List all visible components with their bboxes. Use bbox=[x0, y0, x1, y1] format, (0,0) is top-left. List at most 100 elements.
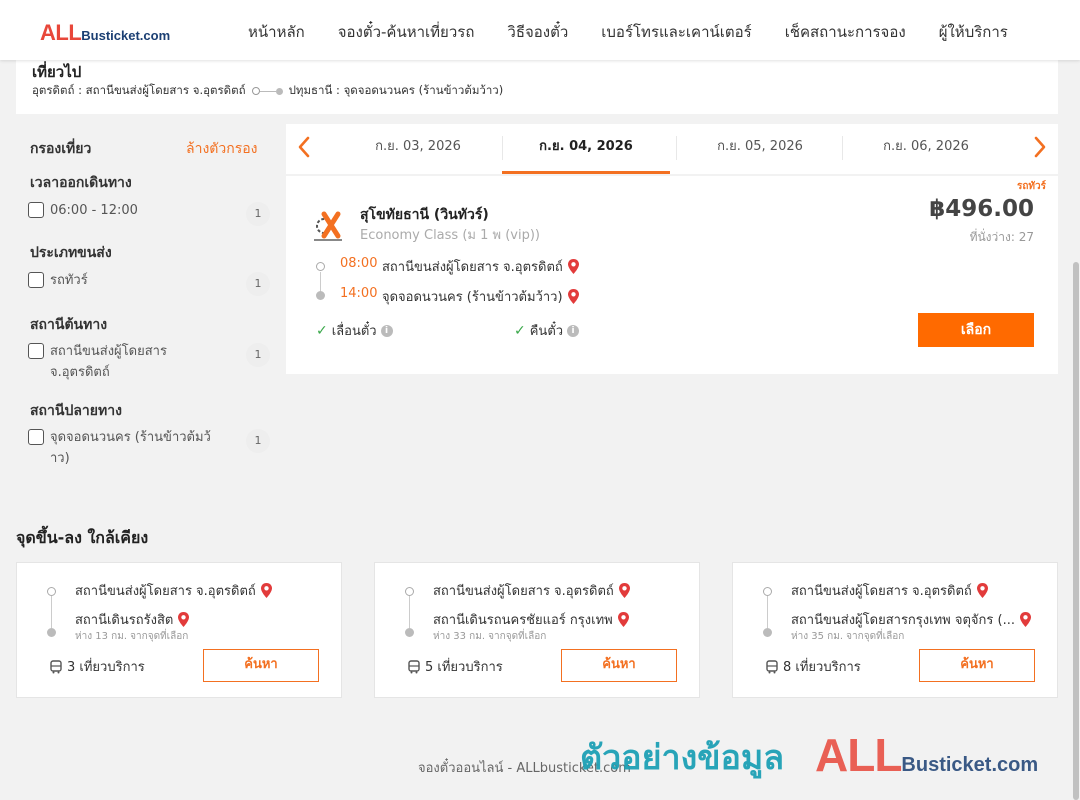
date-selector: ก.ย. 03, 2026 ก.ย. 04, 2026 ก.ย. 05, 202… bbox=[286, 124, 1058, 174]
ticket-price: ฿496.00 bbox=[929, 196, 1034, 222]
count-badge: 1 bbox=[246, 429, 270, 453]
transport-type-tag: รถทัวร์ bbox=[1016, 181, 1046, 192]
operator-logo-icon bbox=[314, 211, 342, 241]
checkbox[interactable] bbox=[28, 272, 44, 288]
bus-icon bbox=[408, 659, 420, 673]
timeline-start-dot bbox=[405, 587, 414, 596]
nearby-from: สถานีขนส่งผู้โดยสาร จ.อุตรดิตถ์ bbox=[75, 580, 273, 601]
date-tab[interactable]: ก.ย. 05, 2026 bbox=[676, 124, 844, 174]
filter-title: กรองเที่ยว bbox=[30, 141, 92, 157]
arrive-time: 14:00 bbox=[340, 286, 378, 301]
map-pin-icon[interactable] bbox=[567, 258, 580, 275]
map-pin-icon[interactable] bbox=[567, 288, 580, 305]
nav-contacts[interactable]: เบอร์โทรและเคาน์เตอร์ bbox=[601, 20, 751, 44]
arrive-stop: จุดจอดนวนคร (ร้านข้าวต้มว้าว) bbox=[382, 286, 580, 307]
top-header: ALLBusticket.com หน้าหลัก จองตั๋ว-ค้นหาเ… bbox=[0, 0, 1080, 60]
info-icon[interactable]: i bbox=[380, 324, 393, 337]
map-pin-icon[interactable] bbox=[618, 582, 631, 599]
nearby-from: สถานีขนส่งผู้โดยสาร จ.อุตรดิตถ์ bbox=[433, 580, 631, 601]
nav-how-to-book[interactable]: วิธีจองตั๋ว bbox=[507, 20, 568, 44]
trip-origin: อุตรดิตถ์ : สถานีขนส่งผู้โดยสาร จ.อุตรดิ… bbox=[32, 83, 246, 97]
trip-destination: ปทุมธานี : จุดจอดนวนคร (ร้านข้าวต้มว้าว) bbox=[288, 83, 504, 97]
watermark-text: ตัวอย่างข้อมูล bbox=[580, 738, 785, 778]
timeline-end-dot bbox=[47, 628, 56, 637]
trip-result-card: รถทัวร์ สุโขทัยธานี (วินทัวร์) Economy C… bbox=[286, 176, 1058, 374]
date-tab[interactable]: ก.ย. 03, 2026 bbox=[334, 124, 502, 174]
map-pin-icon[interactable] bbox=[260, 582, 273, 599]
depart-stop: สถานีขนส่งผู้โดยสาร จ.อุตรดิตถ์ bbox=[382, 256, 580, 277]
filter-option-destination[interactable]: จุดจอดนวนคร (ร้านข้าวต้มว้าว) 1 bbox=[28, 427, 270, 469]
nearby-from: สถานีขนส่งผู้โดยสาร จ.อุตรดิตถ์ bbox=[791, 580, 989, 601]
nearby-search-button[interactable]: ค้นหา bbox=[561, 649, 677, 682]
timeline-end-dot bbox=[316, 291, 325, 300]
filter-option-time[interactable]: 06:00 - 12:00 1 bbox=[28, 200, 270, 226]
check-icon: ✓ bbox=[316, 322, 328, 339]
feature-refund: ✓ คืนตั๋ว i bbox=[514, 320, 580, 341]
clear-filter-link[interactable]: ล้างตัวกรอง bbox=[186, 138, 257, 160]
site-logo[interactable]: ALLBusticket.com bbox=[40, 20, 170, 46]
filter-option-type[interactable]: รถทัวร์ 1 bbox=[28, 270, 270, 296]
chevron-left-icon[interactable] bbox=[294, 134, 314, 160]
filter-section-destination: สถานีปลายทาง bbox=[30, 403, 122, 419]
nearby-distance: ห่าง 35 กม. จากจุดที่เลือก bbox=[791, 631, 905, 642]
nearby-search-button[interactable]: ค้นหา bbox=[203, 649, 319, 682]
nearby-search-button[interactable]: ค้นหา bbox=[919, 649, 1035, 682]
seats-available: ที่นั่งว่าง: 27 bbox=[969, 230, 1034, 244]
checkbox[interactable] bbox=[28, 343, 44, 359]
nav-check-booking[interactable]: เช็คสถานะการจอง bbox=[785, 20, 906, 44]
nav-operators[interactable]: ผู้ให้บริการ bbox=[939, 20, 1008, 44]
nav-book-search[interactable]: จองตั๋ว-ค้นหาเที่ยวรถ bbox=[338, 20, 475, 44]
filter-section-departure-time: เวลาออกเดินทาง bbox=[30, 175, 132, 191]
date-tab[interactable]: ก.ย. 06, 2026 bbox=[842, 124, 1010, 174]
trip-route: อุตรดิตถ์ : สถานีขนส่งผู้โดยสาร จ.อุตรดิ… bbox=[32, 82, 503, 100]
filter-option-origin[interactable]: สถานีขนส่งผู้โดยสาร จ.อุตรดิตถ์ 1 bbox=[28, 341, 270, 383]
scrollbar-thumb[interactable] bbox=[1073, 262, 1079, 800]
depart-time: 08:00 bbox=[340, 256, 378, 271]
timeline-start-dot bbox=[47, 587, 56, 596]
main-nav: หน้าหลัก จองตั๋ว-ค้นหาเที่ยวรถ วิธีจองตั… bbox=[248, 20, 1041, 44]
checkbox[interactable] bbox=[28, 202, 44, 218]
map-pin-icon[interactable] bbox=[1019, 611, 1032, 628]
map-pin-icon[interactable] bbox=[976, 582, 989, 599]
timeline-end-dot bbox=[763, 628, 772, 637]
nearby-card: สถานีขนส่งผู้โดยสาร จ.อุตรดิตถ์ สถานีขนส… bbox=[732, 562, 1058, 698]
trip-summary: เที่ยวไป อุตรดิตถ์ : สถานีขนส่งผู้โดยสาร… bbox=[16, 60, 1058, 114]
chevron-right-icon[interactable] bbox=[1030, 134, 1050, 160]
seat-class: Economy Class (ม 1 พ (vip)) bbox=[360, 228, 540, 243]
nearby-trip-count: 5 เที่ยวบริการ bbox=[407, 656, 503, 677]
count-badge: 1 bbox=[246, 343, 270, 367]
operator-name: สุโขทัยธานี (วินทัวร์) bbox=[360, 207, 489, 223]
feature-reschedule: ✓ เลื่อนตั๋ว i bbox=[316, 320, 393, 341]
timeline-start-dot bbox=[763, 587, 772, 596]
date-tab-active[interactable]: ก.ย. 04, 2026 bbox=[502, 124, 670, 174]
nearby-trip-count: 3 เที่ยวบริการ bbox=[49, 656, 145, 677]
timeline-line bbox=[320, 272, 321, 292]
map-pin-icon[interactable] bbox=[177, 611, 190, 628]
info-icon[interactable]: i bbox=[567, 324, 580, 337]
bus-icon bbox=[766, 659, 778, 673]
bus-icon bbox=[50, 659, 62, 673]
nearby-to: สถานีเดินรถรังสิต bbox=[75, 609, 190, 630]
watermark-logo: ALLBusticket.com bbox=[815, 729, 1039, 781]
nearby-to: สถานีเดินรถนครชัยแอร์ กรุงเทพ bbox=[433, 609, 630, 630]
nearby-card: สถานีขนส่งผู้โดยสาร จ.อุตรดิตถ์ สถานีเดิ… bbox=[374, 562, 700, 698]
timeline-start-dot bbox=[316, 262, 325, 271]
nearby-trip-count: 8 เที่ยวบริการ bbox=[765, 656, 861, 677]
timeline-end-dot bbox=[405, 628, 414, 637]
nav-home[interactable]: หน้าหลัก bbox=[248, 20, 305, 44]
check-icon: ✓ bbox=[514, 322, 526, 339]
nearby-to: สถานีขนส่งผู้โดยสารกรุงเทพ จตุจักร (... bbox=[791, 609, 1032, 630]
nearby-distance: ห่าง 13 กม. จากจุดที่เลือก bbox=[75, 631, 189, 642]
filter-section-transport-type: ประเภทขนส่ง bbox=[30, 245, 112, 261]
nearby-stops-title: จุดขึ้น-ลง ใกล้เคียง bbox=[16, 528, 149, 547]
route-connector bbox=[251, 87, 283, 95]
timeline-line bbox=[409, 596, 410, 628]
select-trip-button[interactable]: เลือก bbox=[918, 313, 1034, 347]
timeline-line bbox=[767, 596, 768, 628]
nearby-distance: ห่าง 33 กม. จากจุดที่เลือก bbox=[433, 631, 547, 642]
checkbox[interactable] bbox=[28, 429, 44, 445]
count-badge: 1 bbox=[246, 272, 270, 296]
trip-direction: เที่ยวไป bbox=[32, 63, 82, 81]
nearby-card: สถานีขนส่งผู้โดยสาร จ.อุตรดิตถ์ สถานีเดิ… bbox=[16, 562, 342, 698]
map-pin-icon[interactable] bbox=[617, 611, 630, 628]
